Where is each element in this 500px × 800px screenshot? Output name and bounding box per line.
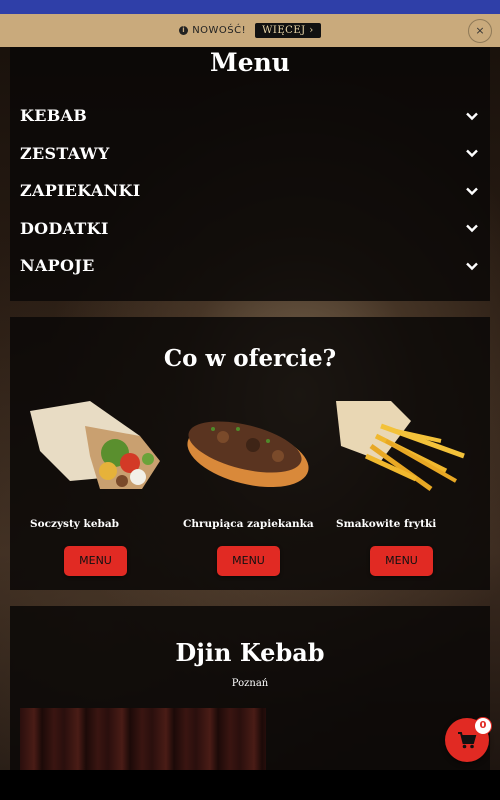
offer-menu-button[interactable]: MENU	[64, 546, 127, 576]
restaurant-panel: Djin Kebab Poznań	[10, 606, 490, 770]
chevron-down-icon	[466, 224, 478, 233]
notice-close-button[interactable]: ×	[468, 19, 492, 43]
restaurant-name: Djin Kebab	[175, 638, 325, 667]
menu-category-kebab[interactable]: KEBAB	[20, 97, 482, 135]
menu-category-zestawy[interactable]: ZESTAWY	[20, 135, 482, 173]
chevron-down-icon	[466, 187, 478, 195]
menu-category-label: ZAPIEKANKI	[20, 181, 141, 201]
offer-card-zapiekanka: Chrupiąca zapiekanka MENU	[183, 401, 323, 576]
menu-title: Menu	[210, 48, 290, 77]
offer-menu-button[interactable]: MENU	[370, 546, 433, 576]
kebab-wrap-image	[30, 401, 160, 489]
menu-panel: Menu KEBAB ZESTAWY ZAPIEKANKI DODATKI NA…	[10, 47, 490, 301]
info-icon: i	[179, 26, 189, 35]
cart-count-badge: 0	[474, 717, 492, 735]
offer-item-name: Chrupiąca zapiekanka	[183, 518, 314, 530]
top-stripe	[0, 0, 500, 14]
cart-button[interactable]: 0	[445, 717, 492, 762]
menu-category-zapiekanki[interactable]: ZAPIEKANKI	[20, 172, 482, 210]
menu-category-label: NAPOJE	[20, 256, 95, 276]
menu-category-napoje[interactable]: NAPOJE	[20, 247, 482, 285]
notice-more-button[interactable]: WIĘCEJ ›	[255, 23, 321, 38]
chevron-down-icon	[466, 112, 478, 120]
menu-category-dodatki[interactable]: DODATKI	[20, 210, 482, 248]
cart-icon	[458, 732, 477, 749]
chevron-down-icon	[466, 149, 478, 158]
notice-bar: i NOWOŚĆ! WIĘCEJ › ×	[0, 14, 500, 47]
offer-card-kebab: Soczysty kebab MENU	[30, 401, 170, 576]
zapiekanka-image	[187, 421, 309, 488]
notice-text: NOWOŚĆ!	[192, 25, 247, 36]
fries-image	[336, 401, 465, 492]
offer-item-name: Smakowite frytki	[336, 518, 437, 530]
notice-info: i NOWOŚĆ!	[179, 25, 246, 36]
menu-category-label: DODATKI	[20, 218, 109, 238]
offer-item-name: Soczysty kebab	[30, 518, 120, 530]
offer-panel: Co w ofercie? Soczysty kebab MENU Chrupi…	[10, 317, 490, 590]
restaurant-photo	[20, 708, 266, 770]
menu-category-list: KEBAB ZESTAWY ZAPIEKANKI DODATKI NAPOJE	[20, 97, 482, 285]
restaurant-city: Poznań	[231, 678, 269, 689]
menu-category-label: ZESTAWY	[20, 143, 110, 163]
offer-card-frytki: Smakowite frytki MENU	[336, 401, 476, 576]
offer-menu-button[interactable]: MENU	[217, 546, 280, 576]
offer-title: Co w ofercie?	[163, 345, 337, 372]
chevron-down-icon	[466, 262, 478, 270]
menu-category-label: KEBAB	[20, 106, 88, 126]
bottom-bar	[0, 770, 500, 800]
